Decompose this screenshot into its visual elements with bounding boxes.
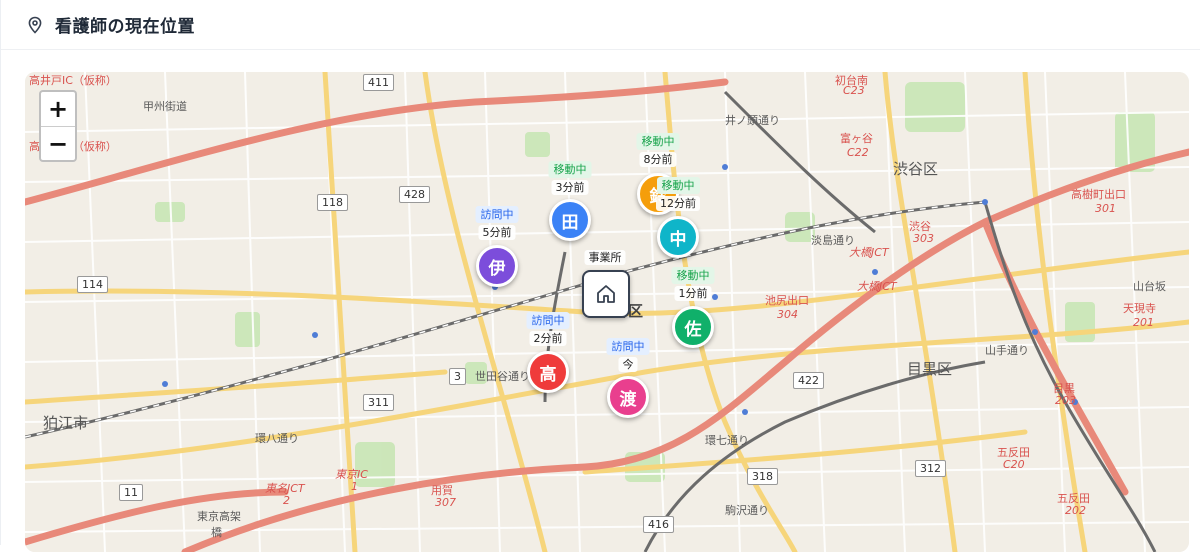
label-c22: C22	[847, 146, 869, 159]
nurse-status-sato: 移動中 1分前	[671, 267, 715, 301]
last-updated: 1分前	[674, 286, 712, 301]
home-icon	[597, 285, 615, 303]
nurse-marker-tanaka[interactable]: 田	[549, 199, 591, 241]
label-setagaya-dori: 世田谷通り	[475, 370, 530, 383]
route-shield-411: 411	[363, 74, 394, 91]
route-shield-422: 422	[793, 372, 824, 389]
label-gotanda2-202: 202	[1065, 504, 1086, 517]
label-tomei-2: 2	[283, 494, 290, 507]
route-shield-11: 11	[119, 484, 143, 501]
label-awashima: 淡島通り	[811, 234, 855, 247]
route-shield-3: 3	[449, 368, 466, 385]
route-shield-311: 311	[363, 394, 394, 411]
nurse-marker-nakamura[interactable]: 中	[657, 216, 699, 258]
label-takagi-301: 301	[1095, 202, 1116, 215]
label-hashi: 橋	[211, 526, 222, 539]
last-updated: 5分前	[478, 225, 516, 240]
last-updated: 今	[618, 357, 638, 372]
zoom-in-button[interactable]: +	[41, 92, 75, 126]
label-ikejiri-304: 304	[777, 308, 798, 321]
card-header: 看護師の現在位置	[1, 0, 1200, 50]
label-tomigaya: 富ヶ谷	[840, 132, 873, 145]
label-yamate: 山台坂	[1133, 280, 1166, 293]
office-label: 事業所	[584, 250, 626, 265]
label-shibuya-ku: 渋谷区	[893, 160, 939, 178]
route-shield-114: 114	[77, 276, 108, 293]
status-badge: 訪問中	[606, 338, 650, 355]
label-komazawa: 駒沢通り	[725, 504, 769, 517]
label-takagi: 高樹町出口	[1071, 188, 1126, 201]
nurse-marker-sato[interactable]: 佐	[672, 306, 714, 348]
status-badge: 移動中	[671, 267, 715, 284]
route-shield-428: 428	[399, 186, 430, 203]
label-c23: C23	[843, 84, 865, 97]
status-badge: 移動中	[548, 161, 592, 178]
label-yoga-307: 307	[435, 496, 456, 509]
label-ohashi-jct2: 大橋JCT	[857, 280, 897, 293]
label-shibuya-303: 303	[913, 232, 934, 245]
last-updated: 2分前	[529, 331, 567, 346]
last-updated: 3分前	[551, 180, 589, 195]
label-kan7: 環七通り	[705, 434, 749, 447]
label-ikejiri: 池尻出口	[765, 294, 809, 307]
nurse-marker-watanabe[interactable]: 渡	[607, 376, 649, 418]
nurse-status-takahashi: 訪問中 2分前	[526, 312, 570, 346]
last-updated: 8分前	[639, 152, 677, 167]
route-shield-318: 318	[747, 468, 778, 485]
label-tokyo-ic-1: 1	[351, 480, 358, 493]
label-kanpachi: 環八通り	[255, 432, 299, 445]
nurse-status-watanabe: 訪問中 今	[606, 338, 650, 372]
zoom-out-button[interactable]: −	[41, 126, 75, 160]
nurse-map[interactable]: 渋谷区 世田谷区 目黒区 狛江市 初台南 C23 富ヶ谷 C22 渋谷 303 …	[25, 72, 1189, 552]
zoom-control: + −	[39, 90, 77, 162]
status-badge: 訪問中	[526, 312, 570, 329]
card-title: 看護師の現在位置	[55, 17, 195, 37]
label-komae-shi: 狛江市	[43, 414, 89, 432]
status-badge: 移動中	[656, 177, 700, 194]
label-meguro-ku: 目黒区	[907, 360, 953, 378]
status-badge: 移動中	[636, 133, 680, 150]
label-meguro-203: 203	[1055, 394, 1076, 407]
nurse-marker-takahashi[interactable]: 高	[527, 351, 569, 393]
label-tenjyo: 天現寺	[1123, 302, 1156, 315]
nurse-status-suzuki: 移動中 8分前	[636, 133, 680, 167]
label-takaido: 高井戸IC（仮称）	[29, 74, 117, 87]
nurse-location-card: 看護師の現在位置 渋谷区 目黒区 狛江市 初台南 C23 富ヶ谷 C22 渋谷 …	[0, 0, 1200, 552]
label-gotanda-c20: C20	[1003, 458, 1025, 471]
label-jikoudou: 甲州街道	[143, 100, 187, 113]
label-tenjyo-201: 201	[1133, 316, 1154, 329]
nurse-status-nakamura: 移動中 12分前	[656, 177, 700, 211]
office-marker[interactable]	[582, 270, 630, 318]
status-badge: 訪問中	[475, 206, 519, 223]
label-yamate-dori: 山手通り	[985, 344, 1029, 357]
route-shield-312: 312	[915, 460, 946, 477]
label-tokyo-kokaki: 東京高架	[197, 510, 241, 523]
route-shield-118: 118	[317, 194, 348, 211]
last-updated: 12分前	[656, 196, 700, 211]
nurse-status-ito: 訪問中 5分前	[475, 206, 519, 240]
label-inokashira: 井ノ頭通り	[725, 114, 780, 127]
route-shield-416: 416	[643, 516, 674, 533]
map-pin-icon	[27, 16, 43, 34]
nurse-status-tanaka: 移動中 3分前	[548, 161, 592, 195]
nurse-marker-ito[interactable]: 伊	[476, 245, 518, 287]
